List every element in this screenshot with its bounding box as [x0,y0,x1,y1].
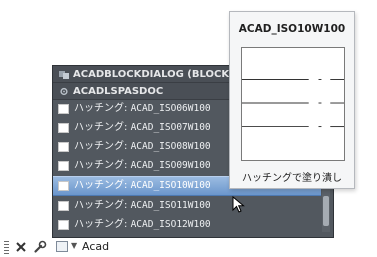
item-name: ACAD_ISO06W100 [130,103,211,114]
command-prompt-icon[interactable] [56,241,68,252]
scrollbar-thumb[interactable] [323,196,329,226]
suggestion-header-label: ACADBLOCKDIALOG (BLOCK) [73,69,234,80]
close-icon[interactable] [14,240,28,254]
autocad-window: ACADBLOCKDIALOG (BLOCK) ACADLSPASDOC ハッチ… [0,0,377,257]
block-dialog-icon [59,71,69,79]
item-prefix: ハッチング: [74,122,131,133]
item-name: ACAD_ISO10W100 [130,180,211,191]
suggestion-item-iso11[interactable]: ハッチング: ACAD_ISO11W100 [53,197,321,215]
item-name: ACAD_ISO11W100 [130,200,211,211]
item-prefix: ハッチング: [74,160,131,171]
suggestion-header-label: ACADLSPASDOC [73,86,164,97]
command-input[interactable]: Acad [82,240,109,254]
hatch-swatch-icon [58,123,69,133]
suggestion-item-iso12[interactable]: ハッチング: ACAD_ISO12W100 [53,216,321,234]
hatch-swatch-icon [58,104,69,114]
item-name: ACAD_ISO08W100 [130,141,211,152]
wrench-icon[interactable] [33,240,47,254]
item-name: ACAD_ISO09W100 [130,160,211,171]
preview-caption: ハッチングで塗り潰し [242,173,342,184]
hatch-pattern-preview [241,47,345,161]
hatch-swatch-icon [58,181,69,191]
hatch-swatch-icon [58,201,69,211]
item-name: ACAD_ISO12W100 [130,219,211,230]
chevron-down-icon[interactable]: ▼ [71,241,77,250]
hatch-preview-tooltip: ACAD_ISO10W100 ハッチングで塗り潰し [229,11,355,189]
item-prefix: ハッチング: [74,141,131,152]
item-prefix: ハッチング: [74,103,131,114]
gear-icon [60,87,68,96]
preview-title: ACAD_ISO10W100 [238,23,346,35]
hatch-swatch-icon [58,220,69,230]
mouse-cursor-icon [232,196,245,213]
drag-grip-icon[interactable] [4,241,9,254]
command-line: ▼ Acad [0,238,377,257]
item-prefix: ハッチング: [74,180,131,191]
item-name: ACAD_ISO07W100 [130,122,211,133]
item-prefix: ハッチング: [74,219,131,230]
hatch-swatch-icon [58,142,69,152]
hatch-swatch-icon [58,161,69,171]
item-prefix: ハッチング: [74,200,131,211]
